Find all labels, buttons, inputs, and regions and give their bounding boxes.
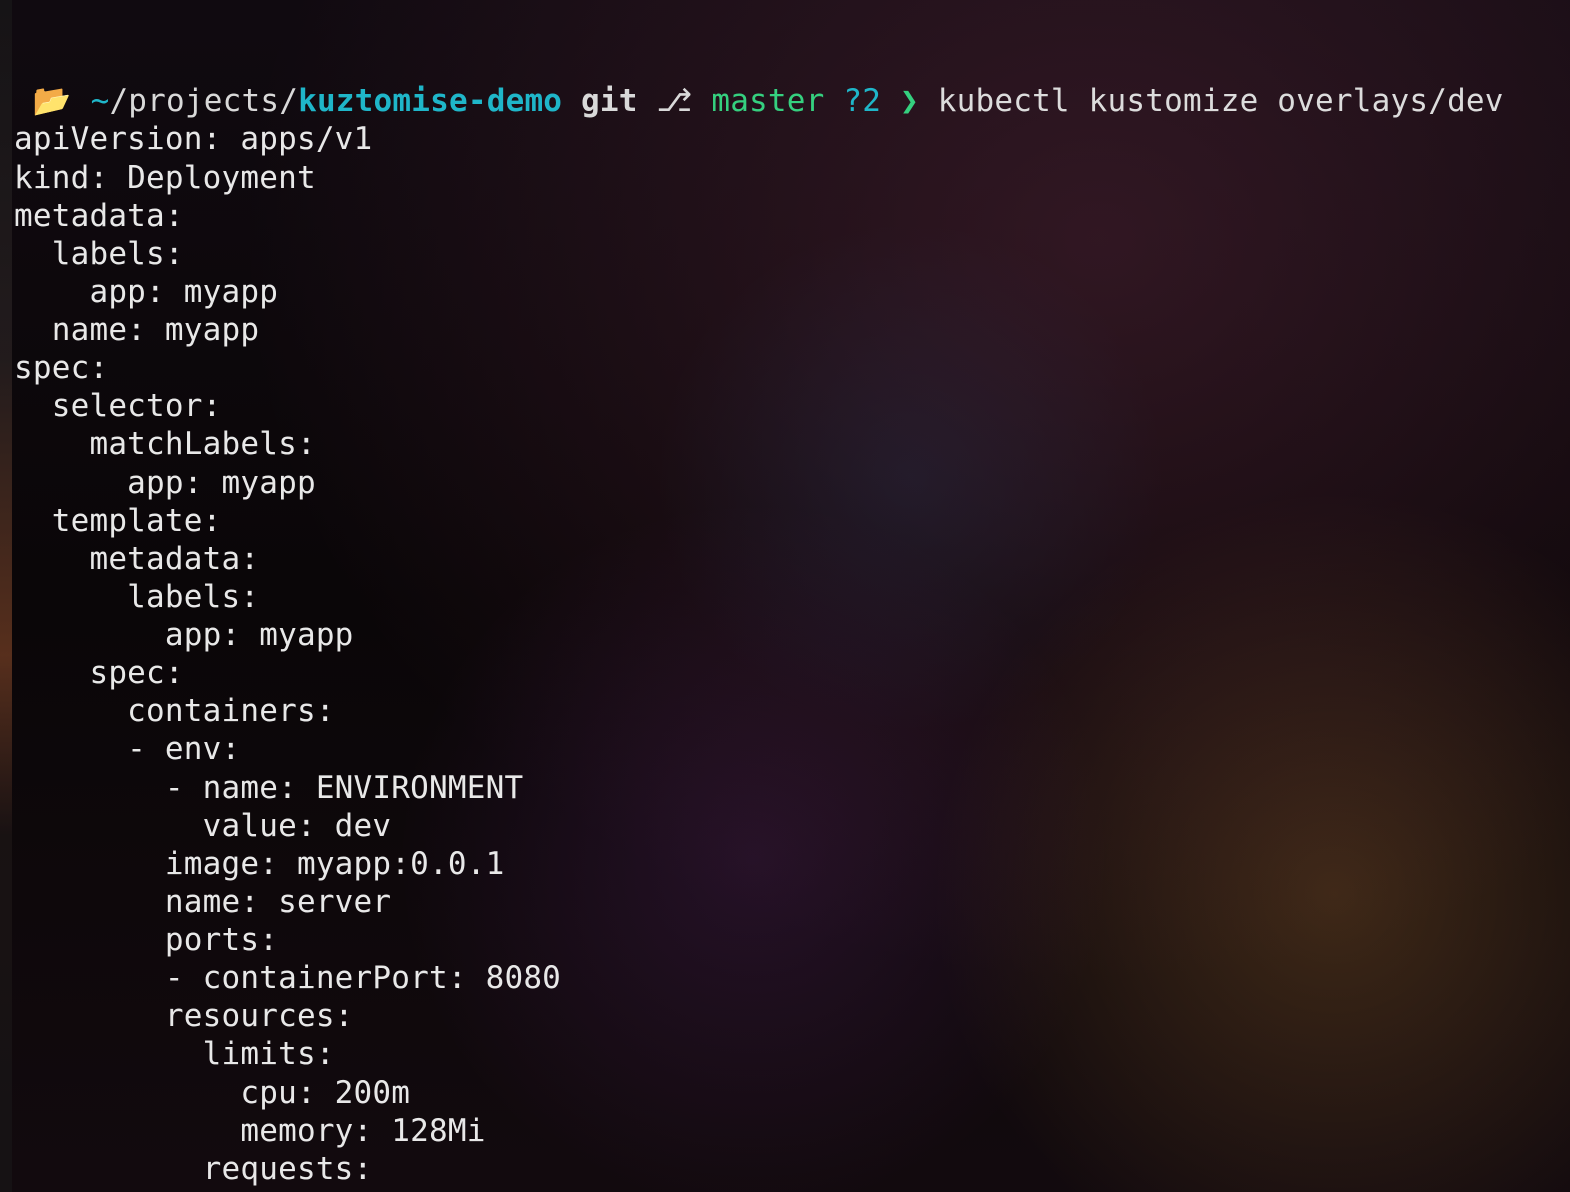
folder-icon: 📂 — [33, 82, 72, 120]
prompt-line: 📂 ~/projects/kuztomise-demo git ⎇ master… — [14, 82, 1504, 120]
branch-icon: ⎇ — [657, 83, 693, 119]
terminal-window[interactable]: 📂 ~/projects/kuztomise-demo git ⎇ master… — [0, 0, 1570, 1192]
git-label: git — [581, 83, 638, 119]
prompt-arrow-icon: ❯ — [900, 83, 919, 119]
terminal-content[interactable]: 📂 ~/projects/kuztomise-demo git ⎇ master… — [14, 6, 1504, 1192]
branch-name: master — [711, 83, 824, 119]
command-output: apiVersion: apps/v1 kind: Deployment met… — [14, 121, 561, 1192]
path-tilde: ~ — [91, 83, 110, 119]
command-text[interactable]: kubectl kustomize overlays/dev — [938, 83, 1504, 119]
window-edge-decoration — [0, 0, 12, 1192]
git-untracked-count: ?2 — [843, 83, 881, 119]
path-repo: kuztomise-demo — [298, 83, 562, 119]
path-mid: /projects/ — [109, 83, 298, 119]
